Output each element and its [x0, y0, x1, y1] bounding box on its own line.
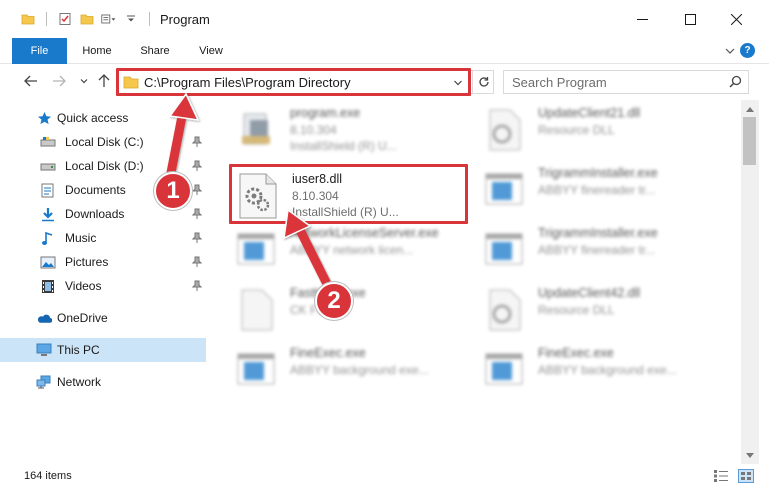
ribbon: File Home Share View ? [0, 38, 769, 94]
pin-icon[interactable] [191, 184, 203, 199]
file-highlight-box [229, 164, 468, 224]
pin-icon[interactable] [191, 232, 203, 247]
refresh-button[interactable] [472, 71, 494, 93]
properties-icon[interactable] [57, 11, 73, 27]
pin-icon[interactable] [191, 136, 203, 151]
expand-ribbon-icon[interactable] [725, 45, 735, 59]
file-item[interactable]: FineExec.exe ABBYY background exe... [480, 342, 710, 398]
arrow-right-icon [53, 75, 66, 87]
step-2-badge: 2 [315, 282, 353, 320]
search-box[interactable] [503, 70, 749, 94]
item-count: 164 items [24, 470, 72, 482]
tab-share[interactable]: Share [133, 38, 177, 64]
exe-window-icon [485, 353, 523, 385]
file-item[interactable]: program.exe 8.10.304 InstallShield (R) U… [232, 102, 462, 158]
navigation-bar: C:\Program Files\Program Directory [0, 64, 769, 100]
pin-icon[interactable] [191, 160, 203, 175]
onedrive-icon [36, 310, 52, 326]
drive-icon [40, 158, 56, 174]
close-icon [730, 13, 742, 25]
network-icon [36, 374, 52, 390]
pin-icon[interactable] [191, 280, 203, 295]
folder-icon [20, 11, 36, 27]
chevron-down-icon [80, 79, 88, 84]
installer-icon [242, 113, 270, 145]
vertical-scrollbar[interactable] [741, 100, 759, 464]
maximize-button[interactable] [667, 0, 713, 38]
title-bar: Program [0, 0, 769, 38]
sidebar-item-music[interactable]: Music [0, 226, 206, 250]
search-icon[interactable] [729, 75, 742, 91]
sidebar-item-local-disk-c[interactable]: Local Disk (C:) [0, 130, 206, 154]
file-item[interactable]: TrigrammInstaller.exe ABBYY finereader t… [480, 222, 710, 278]
scroll-down-button[interactable] [741, 447, 759, 464]
file-item[interactable]: UpdateClient42.dll Resource DLL [480, 282, 710, 338]
star-icon [36, 110, 52, 126]
customize-toolbar-icon[interactable] [101, 11, 117, 27]
videos-icon [40, 278, 56, 294]
tab-home[interactable]: Home [73, 38, 121, 64]
back-button[interactable] [23, 73, 39, 89]
refresh-icon [478, 77, 489, 87]
file-list: program.exe 8.10.304 InstallShield (R) U… [206, 100, 741, 464]
dll-icon [489, 109, 521, 151]
close-button[interactable] [713, 0, 759, 38]
large-icons-view-icon [738, 469, 754, 483]
arrow-up-icon [98, 74, 110, 87]
pictures-icon [40, 254, 56, 270]
exe-window-icon [237, 233, 275, 265]
pin-icon[interactable] [191, 256, 203, 271]
details-view-icon [714, 470, 728, 482]
dll-icon [489, 289, 521, 331]
file-item[interactable]: TrigrammInstaller.exe ABBYY finereader t… [480, 162, 710, 218]
file-item[interactable]: NetworkLicenseServer.exe ABBYY network l… [232, 222, 462, 278]
drive-icon [40, 134, 56, 150]
chevron-down-icon [746, 452, 754, 458]
toolbar-separator [46, 12, 47, 26]
exe-window-icon [237, 353, 275, 385]
file-item[interactable]: UpdateClient21.dll Resource DLL [480, 102, 710, 158]
chevron-up-icon [746, 106, 754, 112]
up-button[interactable] [96, 73, 112, 89]
forward-button[interactable] [51, 73, 67, 89]
sidebar-item-videos[interactable]: Videos [0, 274, 206, 298]
exe-window-icon [485, 233, 523, 265]
sidebar-item-onedrive[interactable]: OneDrive [0, 306, 206, 330]
minimize-button[interactable] [619, 0, 665, 38]
scroll-up-button[interactable] [741, 100, 759, 117]
maximize-icon [684, 13, 696, 25]
chevron-down-icon[interactable] [123, 11, 139, 27]
help-icon[interactable]: ? [740, 43, 755, 58]
file-icon [241, 289, 273, 331]
details-view-button[interactable] [713, 469, 729, 483]
large-icons-view-button[interactable] [738, 469, 754, 483]
music-icon [40, 230, 56, 246]
step-1-badge: 1 [154, 172, 192, 210]
window-title: Program [160, 11, 210, 27]
tab-view[interactable]: View [188, 38, 234, 64]
sidebar-item-quick-access[interactable]: Quick access [0, 106, 206, 130]
sidebar-item-pictures[interactable]: Pictures [0, 250, 206, 274]
search-input[interactable] [504, 71, 724, 93]
quick-access-toolbar [0, 11, 154, 27]
arrow-left-icon [24, 75, 37, 87]
exe-window-icon [485, 173, 523, 205]
pc-icon [36, 342, 52, 358]
file-item[interactable]: FineExec.exe ABBYY background exe... [232, 342, 462, 398]
sidebar-item-network[interactable]: Network [0, 370, 206, 394]
downloads-icon [40, 206, 56, 222]
recent-locations-button[interactable] [76, 73, 92, 89]
minimize-icon [636, 18, 648, 20]
address-bar-highlight [116, 68, 471, 96]
scrollbar-thumb[interactable] [743, 117, 756, 165]
sidebar-item-this-pc[interactable]: This PC [0, 338, 206, 362]
navigation-pane: Quick access Local Disk (C:) Local Disk … [0, 100, 206, 464]
pin-icon[interactable] [191, 208, 203, 223]
toolbar-separator [149, 12, 150, 26]
status-bar: 164 items [0, 464, 769, 501]
new-folder-icon[interactable] [79, 11, 95, 27]
documents-icon [40, 182, 56, 198]
